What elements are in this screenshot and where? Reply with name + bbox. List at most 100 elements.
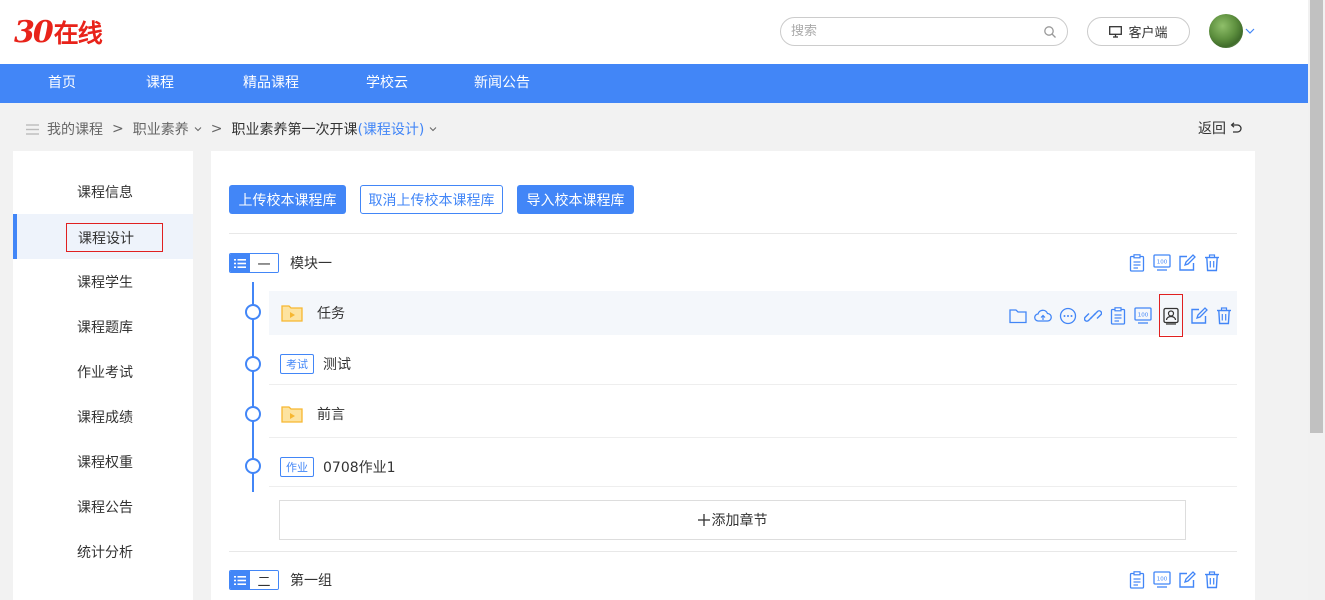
sidebar-item-homework-exams[interactable]: 作业考试: [13, 349, 193, 394]
edit-icon[interactable]: [1178, 254, 1196, 272]
timeline-node: [245, 356, 261, 372]
upload-library-button[interactable]: 上传校本课程库: [229, 185, 346, 214]
breadcrumb: 我的课程 > 职业素养 > 职业素养第一次开课 (课程设计): [26, 118, 437, 140]
add-section-button[interactable]: 添加章节: [279, 500, 1186, 540]
scrollbar-thumb[interactable]: [1310, 0, 1323, 433]
nav-item-school-cloud[interactable]: 学校云: [366, 64, 408, 103]
item-title: 0708作业1: [323, 460, 396, 476]
cancel-upload-library-button[interactable]: 取消上传校本课程库: [360, 185, 503, 214]
course-sidebar: 课程信息 课程设计 课程学生 课程题库 作业考试 课程成绩 课程权重 课程公告 …: [13, 151, 193, 600]
trash-icon[interactable]: [1203, 571, 1221, 589]
menu-icon[interactable]: [26, 123, 39, 135]
folder-icon: [281, 305, 303, 322]
item-title: 任务: [317, 306, 345, 322]
breadcrumb-separator: >: [210, 121, 223, 137]
divider: [269, 437, 1237, 438]
chevron-down-icon[interactable]: [1245, 26, 1255, 36]
sidebar-item-question-bank[interactable]: 课程题库: [13, 304, 193, 349]
svg-text:100: 100: [1157, 577, 1168, 583]
sidebar-item-label: 课程设计: [66, 223, 163, 252]
divider: [229, 233, 1237, 234]
score-100-icon[interactable]: 100: [1153, 571, 1171, 589]
divider: [269, 486, 1237, 487]
trash-icon[interactable]: [1203, 254, 1221, 272]
chapter-number-tag[interactable]: 一: [229, 253, 279, 273]
chapter-title: 第一组: [290, 573, 332, 589]
sidebar-item-label: 课程题库: [77, 319, 133, 336]
clipboard-icon[interactable]: [1109, 306, 1127, 325]
chapter-actions: 100: [1128, 571, 1221, 589]
sidebar-item-weights[interactable]: 课程权重: [13, 439, 193, 484]
client-download-button[interactable]: 客户端: [1087, 17, 1190, 46]
chapter-actions: 100: [1128, 254, 1221, 272]
nav-item-home[interactable]: 首页: [48, 64, 76, 103]
search-icon[interactable]: [1043, 25, 1057, 39]
sidebar-item-course-students[interactable]: 课程学生: [13, 259, 193, 304]
add-section-label: 添加章节: [711, 513, 768, 529]
link-icon[interactable]: [1084, 307, 1102, 325]
monitor-icon: [1109, 25, 1123, 38]
nav-item-news[interactable]: 新闻公告: [474, 64, 530, 103]
sidebar-item-announcements[interactable]: 课程公告: [13, 484, 193, 529]
sidebar-item-course-design[interactable]: 课程设计: [13, 214, 193, 259]
breadcrumb-current-offering[interactable]: 职业素养第一次开课: [231, 119, 357, 139]
import-library-button[interactable]: 导入校本课程库: [517, 185, 634, 214]
score-100-icon[interactable]: 100: [1153, 254, 1171, 272]
sidebar-item-label: 课程信息: [77, 184, 133, 201]
list-item[interactable]: 前言: [269, 394, 1237, 434]
logo-number: 30: [14, 14, 54, 50]
item-title: 前言: [317, 407, 345, 423]
score-100-icon[interactable]: 100: [1134, 306, 1152, 325]
client-label: 客户端: [1128, 26, 1168, 41]
sidebar-item-statistics[interactable]: 统计分析: [13, 529, 193, 574]
chevron-down-icon[interactable]: [429, 125, 437, 133]
folder-outline-icon[interactable]: [1009, 307, 1027, 325]
divider: [269, 384, 1237, 385]
chapter-number: 一: [250, 254, 278, 272]
site-logo[interactable]: 30 在线: [14, 14, 103, 50]
top-header: 30 在线 客户端: [0, 0, 1308, 64]
timeline-node: [245, 458, 261, 474]
list-item[interactable]: 考试 测试: [269, 344, 1237, 384]
sidebar-item-grades[interactable]: 课程成绩: [13, 394, 193, 439]
breadcrumb-current-section[interactable]: (课程设计): [357, 119, 424, 139]
nav-item-featured-courses[interactable]: 精品课程: [243, 64, 299, 103]
sidebar-item-label: 作业考试: [77, 364, 133, 381]
sidebar-item-course-info[interactable]: 课程信息: [13, 169, 193, 214]
back-button[interactable]: 返回: [1198, 118, 1242, 138]
chevron-down-icon[interactable]: [194, 125, 202, 133]
svg-text:100: 100: [1157, 260, 1168, 266]
clipboard-icon[interactable]: [1128, 254, 1146, 272]
timeline-node: [245, 304, 261, 320]
item-title: 测试: [323, 357, 351, 373]
divider: [229, 551, 1237, 552]
comment-icon[interactable]: [1059, 307, 1077, 325]
breadcrumb-my-courses[interactable]: 我的课程: [47, 119, 103, 139]
chapter-header: 二 第一组: [229, 568, 332, 592]
chapter-title: 模块一: [290, 256, 332, 272]
back-label: 返回: [1198, 121, 1226, 137]
logo-text: 在线: [53, 19, 103, 48]
edit-icon[interactable]: [1178, 571, 1196, 589]
clipboard-icon[interactable]: [1128, 571, 1146, 589]
search-input[interactable]: [791, 24, 1043, 39]
nav-item-courses[interactable]: 课程: [146, 64, 174, 103]
vertical-scrollbar[interactable]: [1308, 0, 1325, 600]
search-box[interactable]: [780, 17, 1068, 46]
cloud-upload-icon[interactable]: [1034, 307, 1052, 325]
chapter-header: 一 模块一: [229, 251, 332, 275]
homework-badge: 作业: [280, 457, 314, 477]
sidebar-item-label: 课程学生: [77, 274, 133, 291]
breadcrumb-course[interactable]: 职业素养: [133, 119, 189, 139]
folder-icon: [281, 406, 303, 423]
edit-icon[interactable]: [1190, 306, 1208, 325]
chapter-number-tag[interactable]: 二: [229, 570, 279, 590]
timeline-node: [245, 406, 261, 422]
main-nav: 首页 课程 精品课程 学校云 新闻公告: [0, 64, 1308, 103]
student-card-icon[interactable]: [1159, 294, 1183, 337]
trash-icon[interactable]: [1215, 306, 1233, 325]
breadcrumb-separator: >: [112, 121, 124, 137]
sidebar-item-label: 课程成绩: [77, 409, 133, 426]
list-item[interactable]: 作业 0708作业1: [269, 447, 1237, 487]
user-avatar[interactable]: [1209, 14, 1243, 48]
